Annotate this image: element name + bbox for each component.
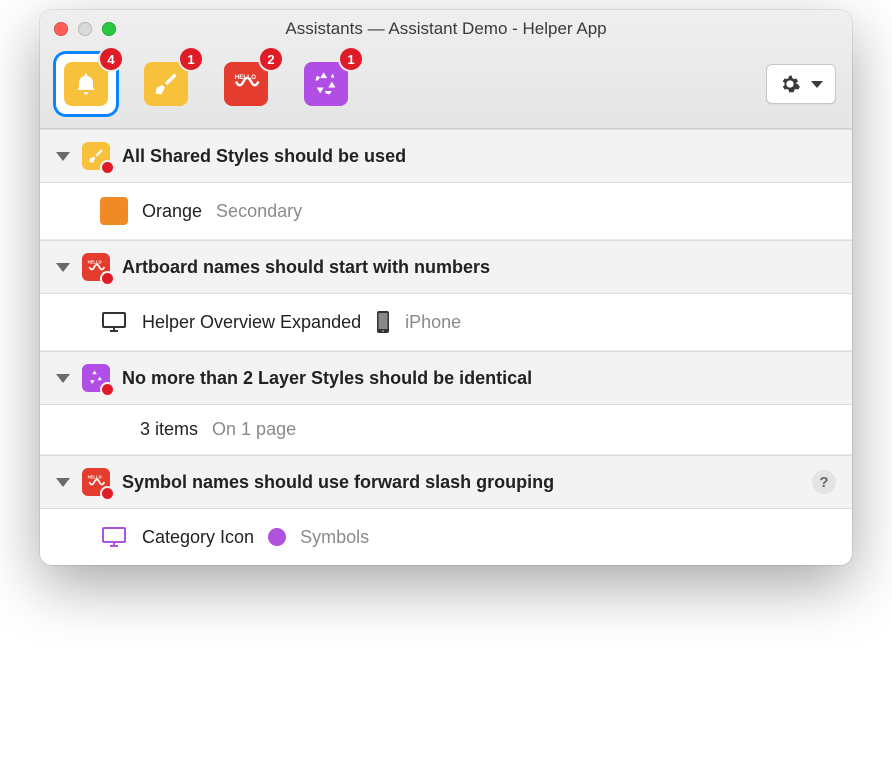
svg-text:HELLO: HELLO xyxy=(88,260,103,265)
section-header[interactable]: All Shared Styles should be used xyxy=(40,129,852,183)
result-secondary: iPhone xyxy=(405,312,461,333)
result-row[interactable]: Helper Overview Expanded iPhone xyxy=(40,294,852,351)
assistants-window: Assistants — Assistant Demo - Helper App… xyxy=(40,10,852,565)
warning-dot-icon xyxy=(102,162,113,173)
artboard-icon xyxy=(100,308,128,336)
assistant-tabs: 4 1 HELLO 2 xyxy=(56,54,356,114)
iphone-icon xyxy=(375,308,391,336)
disclosure-triangle-icon[interactable] xyxy=(56,152,70,161)
toolbar: 4 1 HELLO 2 xyxy=(40,48,852,128)
recycle-icon xyxy=(82,364,110,392)
result-primary: Category Icon xyxy=(142,527,254,548)
result-secondary: Symbols xyxy=(300,527,369,548)
bell-icon xyxy=(64,62,108,106)
disclosure-triangle-icon[interactable] xyxy=(56,478,70,487)
broom-icon xyxy=(82,142,110,170)
color-swatch-icon xyxy=(100,197,128,225)
tab-all-badge: 4 xyxy=(100,48,122,70)
recycle-icon xyxy=(304,62,348,106)
section-header[interactable]: HELLO Symbol names should use forward sl… xyxy=(40,455,852,509)
window-title: Assistants — Assistant Demo - Helper App xyxy=(40,19,852,39)
settings-menu-button[interactable] xyxy=(766,64,836,104)
tab-duplicates[interactable]: 1 xyxy=(296,54,356,114)
result-row[interactable]: Orange Secondary xyxy=(40,183,852,240)
traffic-lights xyxy=(54,22,116,36)
page-dot-icon xyxy=(268,528,286,546)
help-button[interactable]: ? xyxy=(812,470,836,494)
warning-dot-icon xyxy=(102,488,113,499)
section-header[interactable]: HELLO Artboard names should start with n… xyxy=(40,240,852,294)
tab-duplicates-badge: 1 xyxy=(340,48,362,70)
warning-dot-icon xyxy=(102,273,113,284)
hello-icon: HELLO xyxy=(82,253,110,281)
warning-dot-icon xyxy=(102,384,113,395)
hello-icon: HELLO xyxy=(82,468,110,496)
tab-all[interactable]: 4 xyxy=(56,54,116,114)
chevron-down-icon xyxy=(811,81,823,88)
disclosure-triangle-icon[interactable] xyxy=(56,374,70,383)
tab-naming-badge: 2 xyxy=(260,48,282,70)
tab-styles-badge: 1 xyxy=(180,48,202,70)
zoom-window-button[interactable] xyxy=(102,22,116,36)
section-title: No more than 2 Layer Styles should be id… xyxy=(122,368,836,389)
result-primary: Orange xyxy=(142,201,202,222)
section-title: All Shared Styles should be used xyxy=(122,146,836,167)
broom-icon xyxy=(144,62,188,106)
close-window-button[interactable] xyxy=(54,22,68,36)
tab-styles[interactable]: 1 xyxy=(136,54,196,114)
svg-text:HELLO: HELLO xyxy=(88,475,103,480)
result-secondary: Secondary xyxy=(216,201,302,222)
section-title: Symbol names should use forward slash gr… xyxy=(122,472,800,493)
result-row[interactable]: 3 items On 1 page xyxy=(40,405,852,455)
tab-naming[interactable]: HELLO 2 xyxy=(216,54,276,114)
titlebar: Assistants — Assistant Demo - Helper App… xyxy=(40,10,852,129)
symbol-artboard-icon xyxy=(100,523,128,551)
section-title: Artboard names should start with numbers xyxy=(122,257,836,278)
result-primary: 3 items xyxy=(140,419,198,440)
result-primary: Helper Overview Expanded xyxy=(142,312,361,333)
disclosure-triangle-icon[interactable] xyxy=(56,263,70,272)
hello-icon: HELLO xyxy=(224,62,268,106)
section-header[interactable]: No more than 2 Layer Styles should be id… xyxy=(40,351,852,405)
result-secondary: On 1 page xyxy=(212,419,296,440)
results-list: All Shared Styles should be used Orange … xyxy=(40,129,852,565)
minimize-window-button[interactable] xyxy=(78,22,92,36)
gear-icon xyxy=(779,73,801,95)
titlebar-top: Assistants — Assistant Demo - Helper App xyxy=(40,10,852,48)
result-row[interactable]: Category Icon Symbols xyxy=(40,509,852,565)
